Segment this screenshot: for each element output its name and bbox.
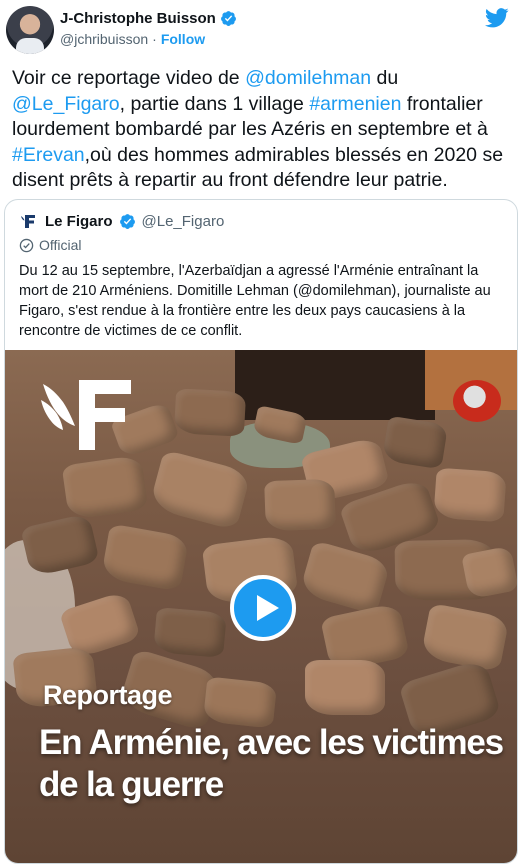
rubble-stone [148, 449, 252, 531]
rubble-stone [264, 478, 336, 532]
rubble-stone [461, 545, 517, 600]
rubble-stone [433, 467, 507, 523]
video-thumbnail[interactable]: Reportage En Arménie, avec les victimes … [5, 350, 517, 863]
author-name[interactable]: J-Christophe Buisson [60, 10, 216, 27]
tweet-text-segment: du [371, 67, 399, 89]
figaro-logo-icon [41, 380, 131, 450]
rubble-stone [100, 523, 190, 592]
video-caption-label: Reportage [43, 680, 173, 710]
author-avatar[interactable] [6, 6, 54, 54]
follow-button[interactable]: Follow [161, 31, 205, 47]
twitter-bird-icon[interactable] [485, 8, 509, 28]
author-handle-row: @jchribuisson · Follow [60, 31, 205, 47]
rubble-stone [381, 415, 449, 470]
quoted-tweet-card[interactable]: Le Figaro @Le_Figaro Official Du 12 au 1… [4, 199, 518, 864]
tweet-text: Voir ce reportage video de @domilehman d… [12, 66, 512, 194]
tweet-text-segment: , partie dans 1 village [119, 92, 310, 115]
hashtag-link[interactable]: #Erevan [12, 144, 85, 166]
rubble-stone [298, 540, 392, 615]
author-name-row: J-Christophe Buisson [60, 10, 237, 27]
mention-link[interactable]: @Le_Figaro [12, 93, 120, 115]
tweet-text-segment: ,où des hommes admirables blessés en 202… [12, 143, 504, 192]
quoted-author-handle[interactable]: @Le_Figaro [142, 213, 225, 230]
separator-dot: · [152, 31, 157, 47]
red-bucket [453, 380, 501, 422]
official-check-icon [19, 238, 34, 252]
rubble-stone [20, 512, 100, 578]
rubble-stone [305, 660, 385, 715]
rubble-stone [61, 454, 149, 521]
verified-badge-icon [220, 11, 236, 26]
figaro-logo-icon [19, 211, 39, 231]
rubble-stone [153, 607, 227, 658]
tweet-header: J-Christophe Buisson @jchribuisson · Fol… [0, 0, 518, 64]
hashtag-link[interactable]: #armenien [309, 93, 401, 115]
tweet-text-segment: Voir ce reportage video de [12, 67, 246, 89]
quoted-body-text: Du 12 au 15 septembre, l'Azerbaïdjan a a… [19, 263, 491, 339]
rubble-stone [173, 388, 247, 437]
play-button[interactable] [230, 575, 296, 641]
mention-link[interactable]: @domilehman [245, 67, 371, 89]
quoted-author-name[interactable]: Le Figaro [45, 213, 113, 230]
video-caption-title: En Arménie, avec les victimes de la guer… [39, 723, 504, 804]
quoted-header: Le Figaro @Le_Figaro [19, 211, 224, 231]
official-label: Official [19, 237, 82, 253]
rubble-stone [420, 602, 510, 673]
rubble-stone [202, 676, 278, 729]
official-text: Official [39, 237, 82, 253]
verified-badge-icon [119, 213, 135, 229]
author-handle[interactable]: @jchribuisson [60, 31, 148, 47]
